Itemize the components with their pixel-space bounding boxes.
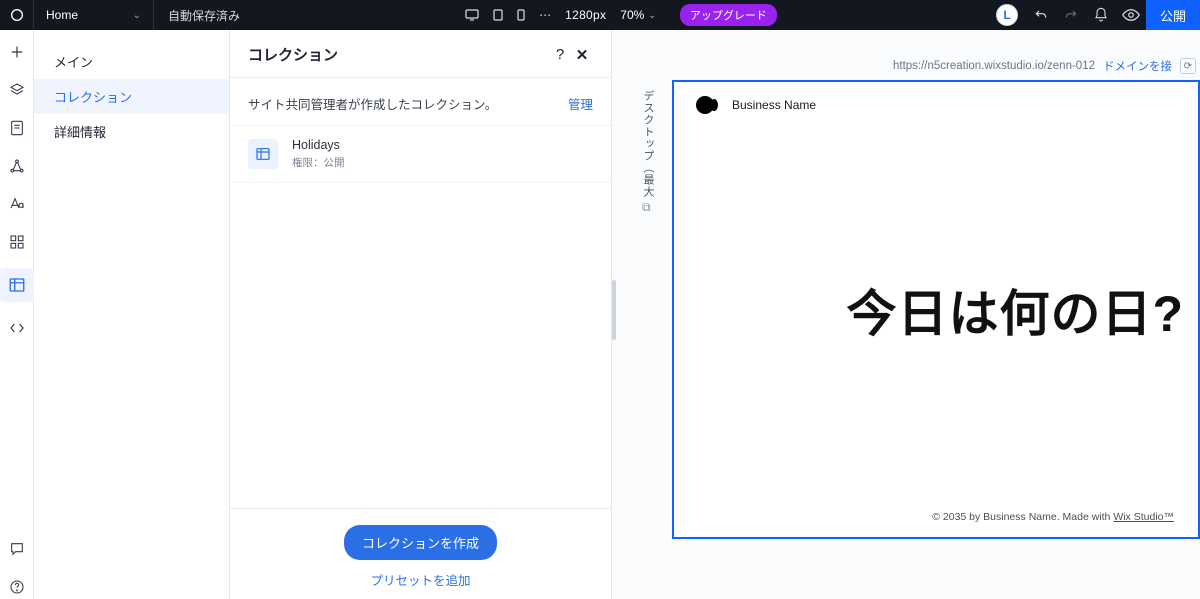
device-icons: ⋯ [465,8,551,22]
hero-heading: 今日は何の日? [846,274,1184,346]
comments-icon[interactable] [5,537,29,561]
mobile-icon[interactable] [517,9,525,21]
refresh-icon[interactable]: ⟳ [1180,58,1196,74]
menu-item-details[interactable]: 詳細情報 [34,114,229,149]
chevron-down-icon: ⌄ [133,10,141,21]
collection-text: Holidays 権限：公開 [292,138,345,170]
create-collection-button[interactable]: コレクションを作成 [344,525,497,560]
left-rail [0,30,34,599]
collections-footer: コレクションを作成 プリセットを追加 [230,508,611,599]
app-logo[interactable] [0,0,34,30]
footer-brand-link[interactable]: Wix Studio™ [1113,511,1174,523]
page-selector[interactable]: Home ⌄ [34,0,154,30]
table-icon [248,139,278,169]
desktop-icon[interactable] [465,9,479,21]
connect-domain-link[interactable]: ドメインを接 [1103,58,1172,74]
collections-title: コレクション [248,44,549,65]
breakpoint-width[interactable]: 1280px [565,8,606,22]
collection-permission: 権限：公開 [292,155,345,170]
tablet-icon[interactable] [493,9,503,21]
top-bar: Home ⌄ 自動保存済み ⋯ 1280px 70% ⌄ アップグレード L 公… [0,0,1200,30]
cms-menu: メイン コレクション 詳細情報 [34,30,230,599]
site-footer: © 2035 by Business Name. Made with Wix S… [932,511,1174,523]
add-preset-link[interactable]: プリセットを追加 [370,570,470,589]
eye-icon[interactable] [1116,0,1146,30]
topbar-right: L 公開 [988,0,1200,30]
typography-icon[interactable] [5,192,29,216]
help-icon[interactable] [5,575,29,599]
publish-button[interactable]: 公開 [1146,0,1200,30]
collection-name: Holidays [292,138,345,152]
collections-description: サイト共同管理者が作成したコレクション。 [248,94,568,113]
menu-item-main[interactable]: メイン [34,44,229,79]
add-icon[interactable] [5,40,29,64]
breakpoint-vertical-label: デスクトップ（最大 [640,90,656,198]
collections-panel: コレクション ? ✕ サイト共同管理者が作成したコレクション。 管理 Holid… [230,30,612,599]
help-icon[interactable]: ? [549,46,571,63]
site-header: Business Name [674,82,1198,128]
site-logo-icon [696,96,722,114]
canvas-area: デスクトップ（最大 ⧉ https://n5creation.wixstudio… [612,30,1200,599]
close-icon[interactable]: ✕ [571,46,593,64]
apps-icon[interactable] [5,230,29,254]
manage-link[interactable]: 管理 [568,94,593,113]
bell-icon[interactable] [1086,0,1116,30]
zoom-value: 70% [620,8,644,22]
preview-url: https://n5creation.wixstudio.io/zenn-012 [893,60,1095,72]
connections-icon[interactable] [5,154,29,178]
page-name: Home [46,8,78,22]
breakpoint-copy-icon[interactable]: ⧉ [642,200,651,215]
undo-icon[interactable] [1026,0,1056,30]
menu-item-collections[interactable]: コレクション [34,79,229,114]
chevron-down-icon: ⌄ [648,10,656,21]
autosave-status: 自動保存済み [154,7,254,24]
footer-text: © 2035 by Business Name. Made with [932,511,1113,523]
page-icon[interactable] [5,116,29,140]
avatar[interactable]: L [996,4,1018,26]
collections-list: Holidays 権限：公開 [230,126,611,508]
upgrade-button[interactable]: アップグレード [680,4,777,26]
zoom-control[interactable]: 70% ⌄ [620,8,656,22]
collections-subheader: サイト共同管理者が作成したコレクション。 管理 [230,78,611,126]
layers-icon[interactable] [5,78,29,102]
more-icon[interactable]: ⋯ [539,8,551,22]
url-bar: https://n5creation.wixstudio.io/zenn-012… [672,58,1200,74]
code-icon[interactable] [5,316,29,340]
panel-scrollbar[interactable] [612,280,616,340]
topbar-center: ⋯ 1280px 70% ⌄ アップグレード [254,4,988,26]
cms-icon[interactable] [0,268,34,302]
business-name: Business Name [732,98,816,112]
preview-frame[interactable]: Business Name 今日は何の日? © 2035 by Business… [672,80,1200,539]
collection-item[interactable]: Holidays 権限：公開 [230,126,611,183]
redo-icon[interactable] [1056,0,1086,30]
collections-header: コレクション ? ✕ [230,30,611,78]
